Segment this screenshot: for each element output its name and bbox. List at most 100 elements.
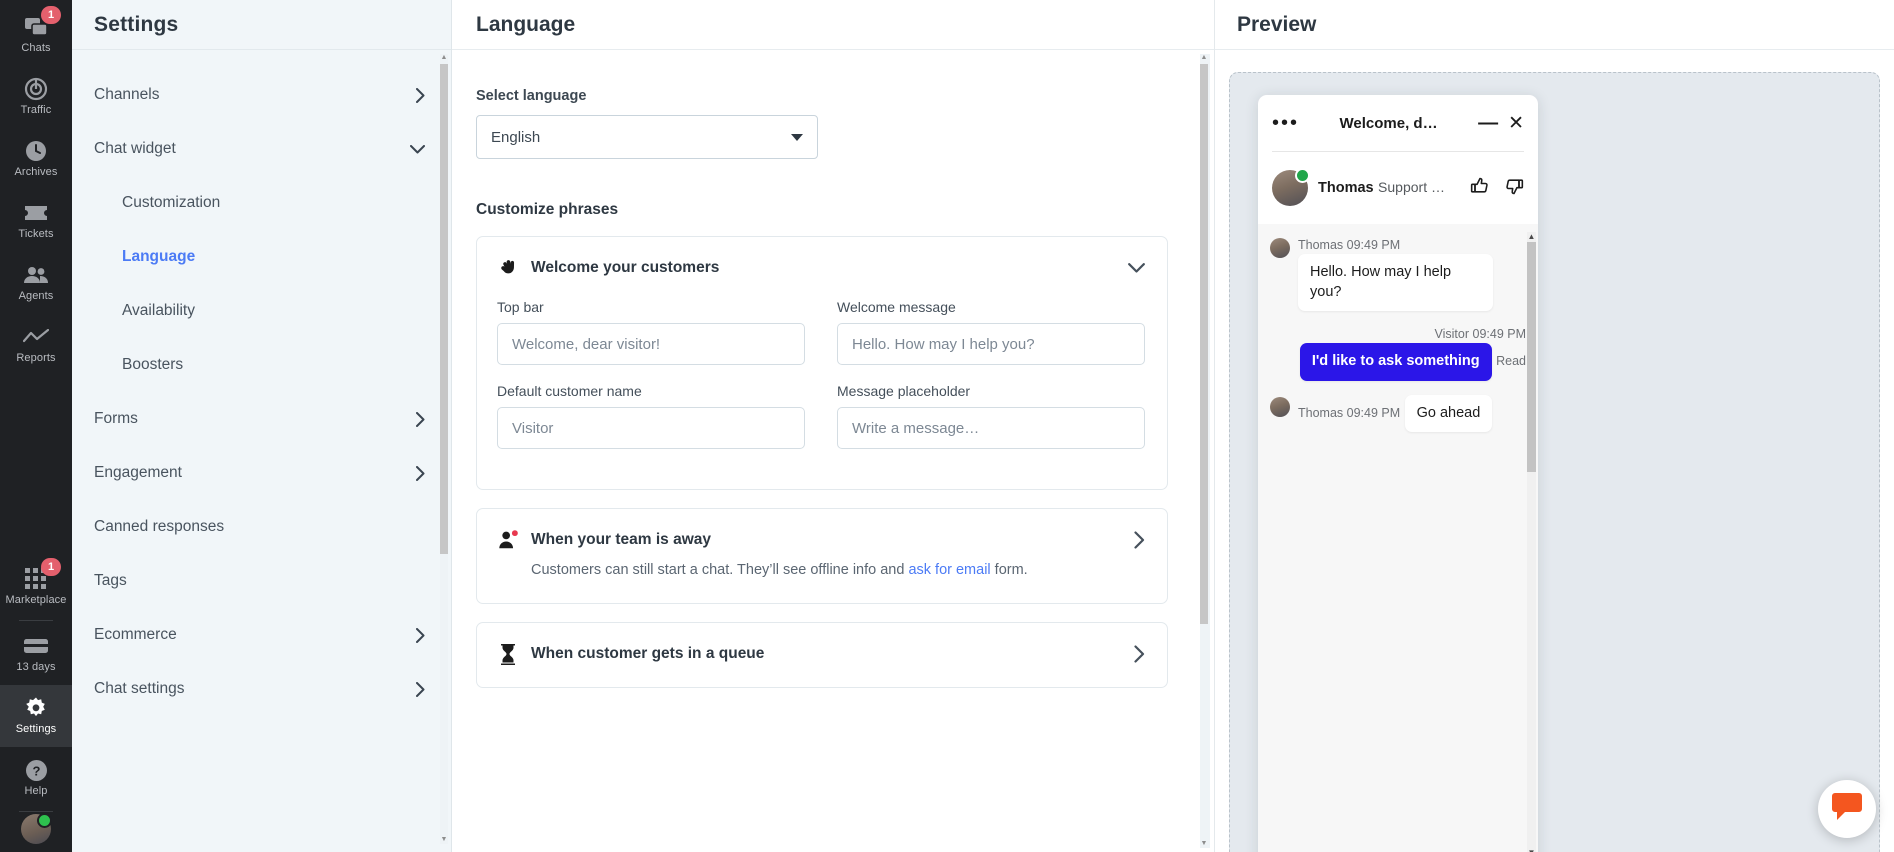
rail-item-tickets[interactable]: Tickets (0, 190, 72, 252)
minimize-icon[interactable]: — (1478, 113, 1498, 133)
rail-item-chats[interactable]: Chats 1 (0, 4, 72, 66)
rail-item-marketplace[interactable]: Marketplace 1 (0, 556, 72, 618)
language-panel: Language Select language English Customi… (452, 0, 1215, 852)
scrollbar-thumb[interactable] (1527, 242, 1536, 472)
chat-widget-preview: ••• Welcome, d… — ✕ Thomas Support … Tho… (1258, 95, 1538, 852)
welcome-message-input[interactable]: Hello. How may I help you? (837, 323, 1145, 365)
agent-meta: Thomas Support … (1318, 179, 1460, 197)
sidebar-item-label: Canned responses (94, 518, 225, 535)
chevron-right-icon (416, 681, 425, 697)
sidebar-item-customization[interactable]: Customization (72, 176, 451, 230)
sidebar-item-language[interactable]: Language (72, 230, 451, 284)
sidebar-item-channels[interactable]: Channels (72, 68, 451, 122)
thumbs-down-icon[interactable] (1504, 176, 1524, 201)
rail-item-archives[interactable]: Archives (0, 128, 72, 190)
scrollbar-thumb[interactable] (1200, 64, 1208, 624)
thumbs-up-icon[interactable] (1470, 176, 1490, 201)
message-placeholder-input[interactable]: Write a message… (837, 407, 1145, 449)
sidebar-item-label: Availability (122, 302, 195, 319)
scroll-up-arrow-icon[interactable]: ▲ (1527, 232, 1536, 241)
settings-sidebar: Settings Channels Chat widget Customizat… (72, 0, 452, 852)
sidebar-item-label: Boosters (122, 356, 184, 373)
language-select[interactable]: English (476, 115, 818, 159)
preview-header: Preview (1215, 0, 1894, 50)
sidebar-item-forms[interactable]: Forms (72, 392, 451, 446)
scroll-up-arrow-icon[interactable]: ▲ (440, 54, 448, 62)
sidebar-item-label: Channels (94, 86, 160, 103)
preview-title: Preview (1237, 12, 1317, 36)
rail-label: Tickets (18, 228, 54, 241)
rail-item-traffic[interactable]: Traffic (0, 66, 72, 128)
widget-message-scrollbar[interactable]: ▲ ▼ (1527, 232, 1536, 852)
customer-queue-card[interactable]: When customer gets in a queue (476, 622, 1168, 689)
sidebar-item-ecommerce[interactable]: Ecommerce (72, 608, 451, 662)
field-label: Message placeholder (837, 383, 971, 399)
widget-message-list: Thomas 09:49 PM Hello. How may I help yo… (1258, 224, 1538, 852)
message-bubble: Go ahead (1404, 394, 1493, 433)
message-row: Visitor 09:49 PM I'd like to ask somethi… (1270, 325, 1526, 381)
message-content: Thomas 09:49 PM Go ahead (1298, 394, 1526, 433)
sidebar-item-availability[interactable]: Availability (72, 284, 451, 338)
welcome-card-fields: Top bar Welcome, dear visitor! Welcome m… (497, 299, 1145, 467)
rail-item-settings[interactable]: Settings (0, 685, 72, 747)
select-language-label: Select language (476, 88, 587, 104)
hourglass-icon (497, 643, 519, 666)
sidebar-item-label: Tags (94, 572, 127, 589)
svg-text:?: ? (32, 763, 40, 778)
field-label: Welcome message (837, 299, 956, 315)
rail-item-reports[interactable]: Reports (0, 314, 72, 376)
customer-queue-header[interactable]: When customer gets in a queue (497, 643, 1145, 666)
archives-icon (24, 139, 48, 163)
ask-for-email-link[interactable]: ask for email (908, 562, 990, 578)
sidebar-item-label: Customization (122, 194, 221, 211)
message-meta: Visitor 09:49 PM (1434, 327, 1526, 342)
sidebar-item-tags[interactable]: Tags (72, 554, 451, 608)
chevron-right-icon[interactable] (1134, 531, 1145, 549)
welcome-card-title: Welcome your customers (531, 259, 720, 276)
chevron-down-icon[interactable] (1128, 263, 1145, 273)
default-customer-name-input[interactable]: Visitor (497, 407, 805, 449)
agent-name: Thomas (1318, 179, 1374, 196)
team-away-card[interactable]: When your team is away Customers can sti… (476, 508, 1168, 605)
chat-launcher-button[interactable] (1818, 780, 1876, 838)
field-message-placeholder: Message placeholder Write a message… (837, 383, 1145, 467)
sidebar-item-chat-settings[interactable]: Chat settings (72, 662, 451, 716)
message-status: Read (1496, 354, 1526, 369)
rail-item-agents[interactable]: Agents (0, 252, 72, 314)
more-dots-icon[interactable]: ••• (1272, 113, 1299, 133)
sidebar-item-engagement[interactable]: Engagement (72, 446, 451, 500)
chevron-right-icon[interactable] (1134, 645, 1145, 663)
sidebar-item-label: Engagement (94, 464, 182, 481)
close-icon[interactable]: ✕ (1508, 114, 1524, 133)
main-scrollbar[interactable]: ▲ ▼ (1200, 54, 1210, 848)
scroll-up-arrow-icon[interactable]: ▲ (1200, 54, 1208, 62)
panel-title: Language (476, 12, 576, 36)
sidebar-item-label: Chat widget (94, 140, 176, 157)
rail-divider (19, 620, 53, 621)
preview-stage: ••• Welcome, d… — ✕ Thomas Support … Tho… (1229, 72, 1880, 852)
sidebar-item-label: Forms (94, 410, 138, 427)
sidebar-item-chat-widget[interactable]: Chat widget (72, 122, 451, 176)
scroll-down-arrow-icon[interactable]: ▼ (1200, 840, 1208, 848)
field-label: Default customer name (497, 383, 642, 399)
message-avatar (1270, 238, 1290, 258)
welcome-card-header[interactable]: Welcome your customers (497, 257, 1145, 279)
scroll-down-arrow-icon[interactable]: ▼ (440, 836, 448, 844)
sidebar-item-boosters[interactable]: Boosters (72, 338, 451, 392)
message-avatar (1270, 396, 1290, 417)
welcome-customers-card[interactable]: Welcome your customers Top bar Welcome, … (476, 236, 1168, 490)
agent-avatar (1272, 168, 1310, 206)
settings-scrollbar[interactable]: ▲ ▼ (440, 54, 448, 844)
page-title: Settings (94, 12, 179, 36)
rail-label: Traffic (20, 104, 52, 117)
sidebar-item-canned-responses[interactable]: Canned responses (72, 500, 451, 554)
sidebar-item-label: Language (122, 248, 196, 265)
avatar[interactable] (21, 813, 52, 844)
scrollbar-thumb[interactable] (440, 64, 448, 554)
team-away-header[interactable]: When your team is away (497, 529, 1145, 551)
message-meta: Thomas 09:49 PM (1298, 238, 1401, 252)
rail-item-help[interactable]: ? Help (0, 747, 72, 809)
scroll-down-arrow-icon[interactable]: ▼ (1527, 848, 1536, 852)
top-bar-input[interactable]: Welcome, dear visitor! (497, 323, 805, 365)
rail-item-billing[interactable]: 13 days (0, 623, 72, 685)
